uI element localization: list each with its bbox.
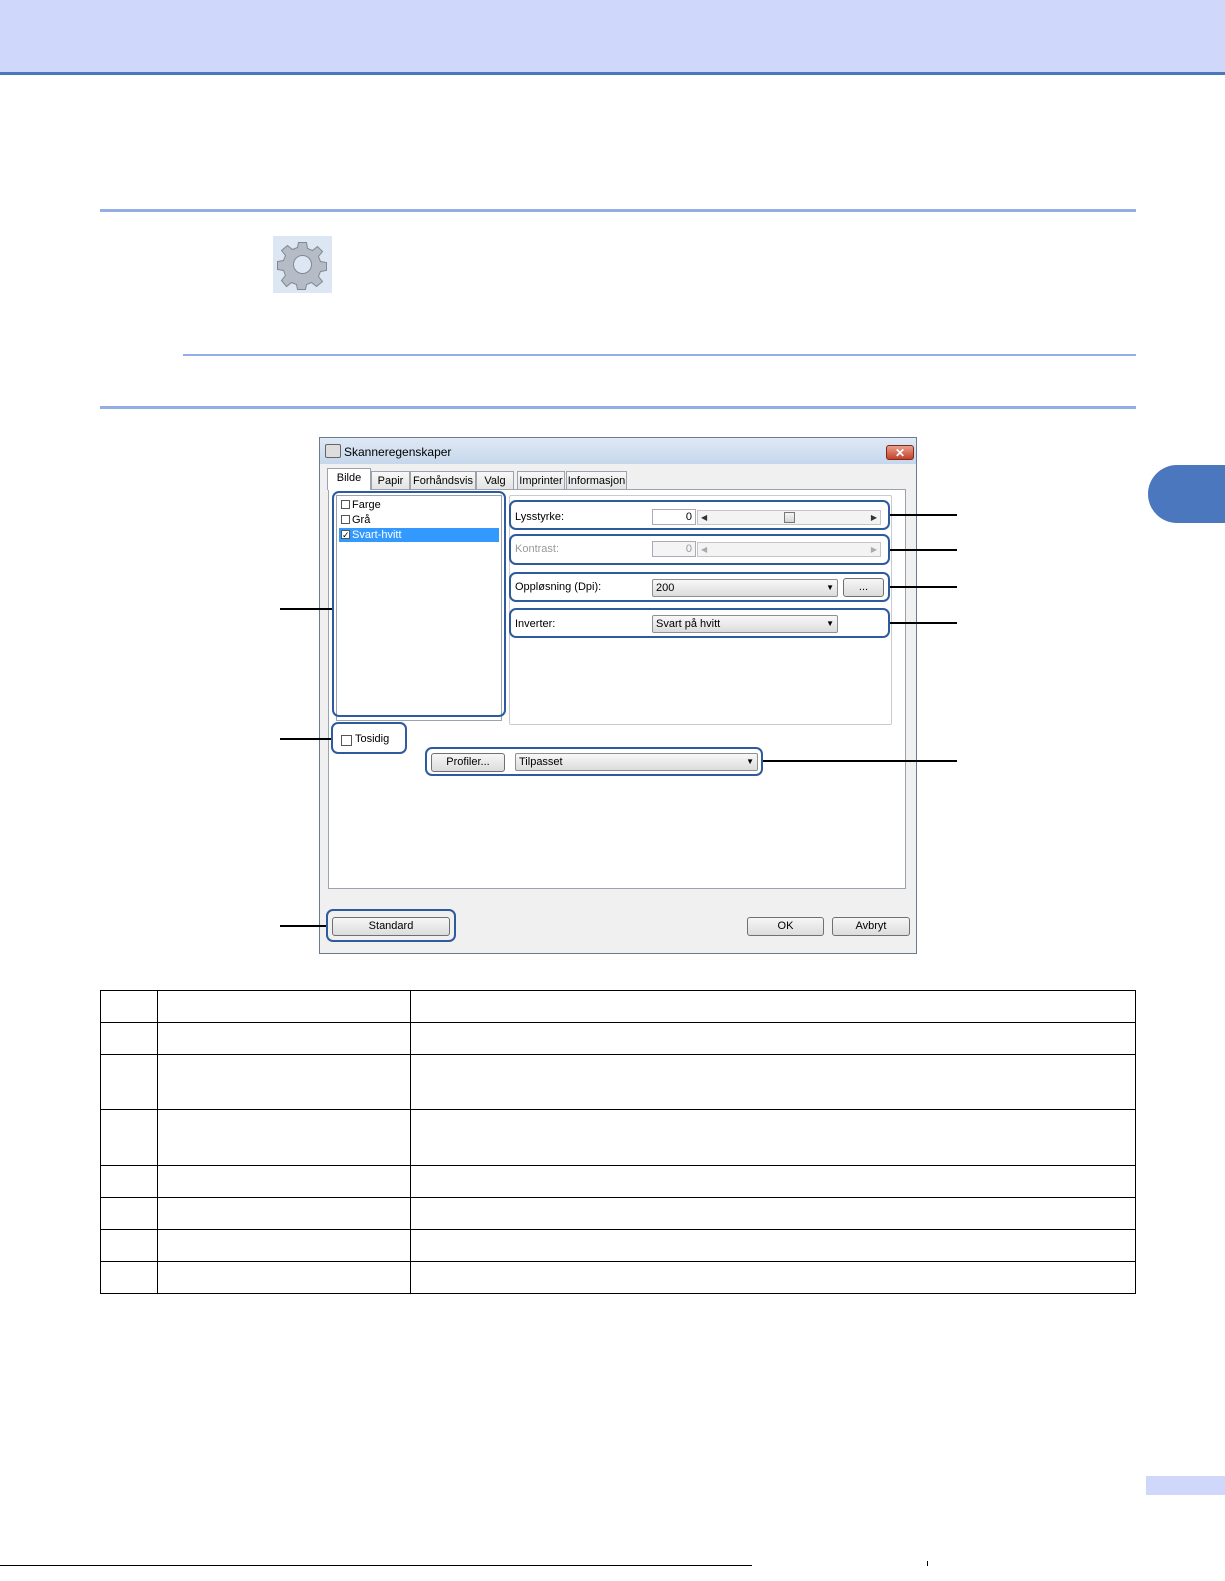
table-row bbox=[100, 990, 1136, 1023]
legend-table bbox=[100, 990, 1136, 1294]
callout-line bbox=[280, 608, 332, 610]
highlight-invert bbox=[509, 608, 890, 638]
dialog-titlebar: Skanneregenskaper ✕ bbox=[320, 438, 916, 464]
table-row bbox=[100, 1054, 1136, 1110]
table-row bbox=[100, 1229, 1136, 1262]
table-cell bbox=[410, 1261, 1136, 1294]
table-cell bbox=[157, 1109, 411, 1166]
gear-icon bbox=[277, 242, 327, 290]
callout-line bbox=[280, 925, 326, 927]
table-cell bbox=[100, 1109, 158, 1166]
table-cell bbox=[157, 1022, 411, 1055]
table-cell bbox=[410, 1165, 1136, 1198]
settings-button-image bbox=[273, 236, 332, 293]
table-cell bbox=[410, 990, 1136, 1023]
tab-bilde[interactable]: Bilde bbox=[327, 468, 371, 490]
callout-line bbox=[890, 549, 957, 551]
tab-informasjon[interactable]: Informasjon bbox=[566, 471, 627, 489]
highlight-brightness bbox=[509, 500, 890, 530]
cancel-button[interactable]: Avbryt bbox=[832, 917, 910, 936]
scanner-icon bbox=[325, 444, 341, 458]
table-cell bbox=[100, 990, 158, 1023]
table-row bbox=[100, 1261, 1136, 1294]
table-row bbox=[100, 1197, 1136, 1230]
section-rule-bottom bbox=[100, 406, 1136, 409]
table-cell bbox=[100, 1197, 158, 1230]
table-cell bbox=[100, 1165, 158, 1198]
chapter-tab bbox=[1148, 465, 1225, 523]
footer-line bbox=[0, 1565, 752, 1566]
table-cell bbox=[157, 1197, 411, 1230]
close-button[interactable]: ✕ bbox=[886, 445, 914, 460]
highlight-profiles bbox=[425, 747, 763, 776]
table-cell bbox=[410, 1054, 1136, 1110]
table-cell bbox=[100, 1054, 158, 1110]
table-cell bbox=[410, 1109, 1136, 1166]
callout-line bbox=[890, 586, 957, 588]
page-header-band bbox=[0, 0, 1225, 75]
dialog-title: Skanneregenskaper bbox=[344, 445, 452, 459]
table-cell bbox=[157, 1229, 411, 1262]
page-number-tab bbox=[1146, 1476, 1225, 1495]
table-cell bbox=[100, 1229, 158, 1262]
highlight-resolution bbox=[509, 572, 890, 602]
callout-line bbox=[280, 738, 331, 740]
table-cell bbox=[410, 1197, 1136, 1230]
ok-button[interactable]: OK bbox=[747, 917, 824, 936]
footer-mark bbox=[927, 1561, 928, 1566]
highlight-duplex bbox=[331, 722, 407, 754]
highlight-contrast bbox=[509, 534, 890, 565]
tab-valg[interactable]: Valg bbox=[476, 471, 514, 489]
table-cell bbox=[100, 1261, 158, 1294]
table-cell bbox=[100, 1022, 158, 1055]
tab-papir[interactable]: Papir bbox=[371, 471, 410, 489]
table-cell bbox=[157, 1054, 411, 1110]
table-cell bbox=[157, 1261, 411, 1294]
table-row bbox=[100, 1165, 1136, 1198]
callout-line bbox=[890, 514, 957, 516]
tab-forhandsvis[interactable]: Forhåndsvis bbox=[410, 471, 476, 489]
callout-line bbox=[763, 760, 957, 762]
callout-line bbox=[890, 622, 957, 624]
highlight-image-type bbox=[332, 491, 506, 717]
section-rule-top bbox=[100, 209, 1136, 212]
table-row bbox=[100, 1109, 1136, 1166]
table-cell bbox=[410, 1229, 1136, 1262]
highlight-standard bbox=[326, 909, 456, 942]
table-row bbox=[100, 1022, 1136, 1055]
table-cell bbox=[157, 990, 411, 1023]
table-cell bbox=[410, 1022, 1136, 1055]
section-rule-mid bbox=[183, 354, 1136, 356]
table-cell bbox=[157, 1165, 411, 1198]
tab-imprinter[interactable]: Imprinter bbox=[517, 471, 565, 489]
